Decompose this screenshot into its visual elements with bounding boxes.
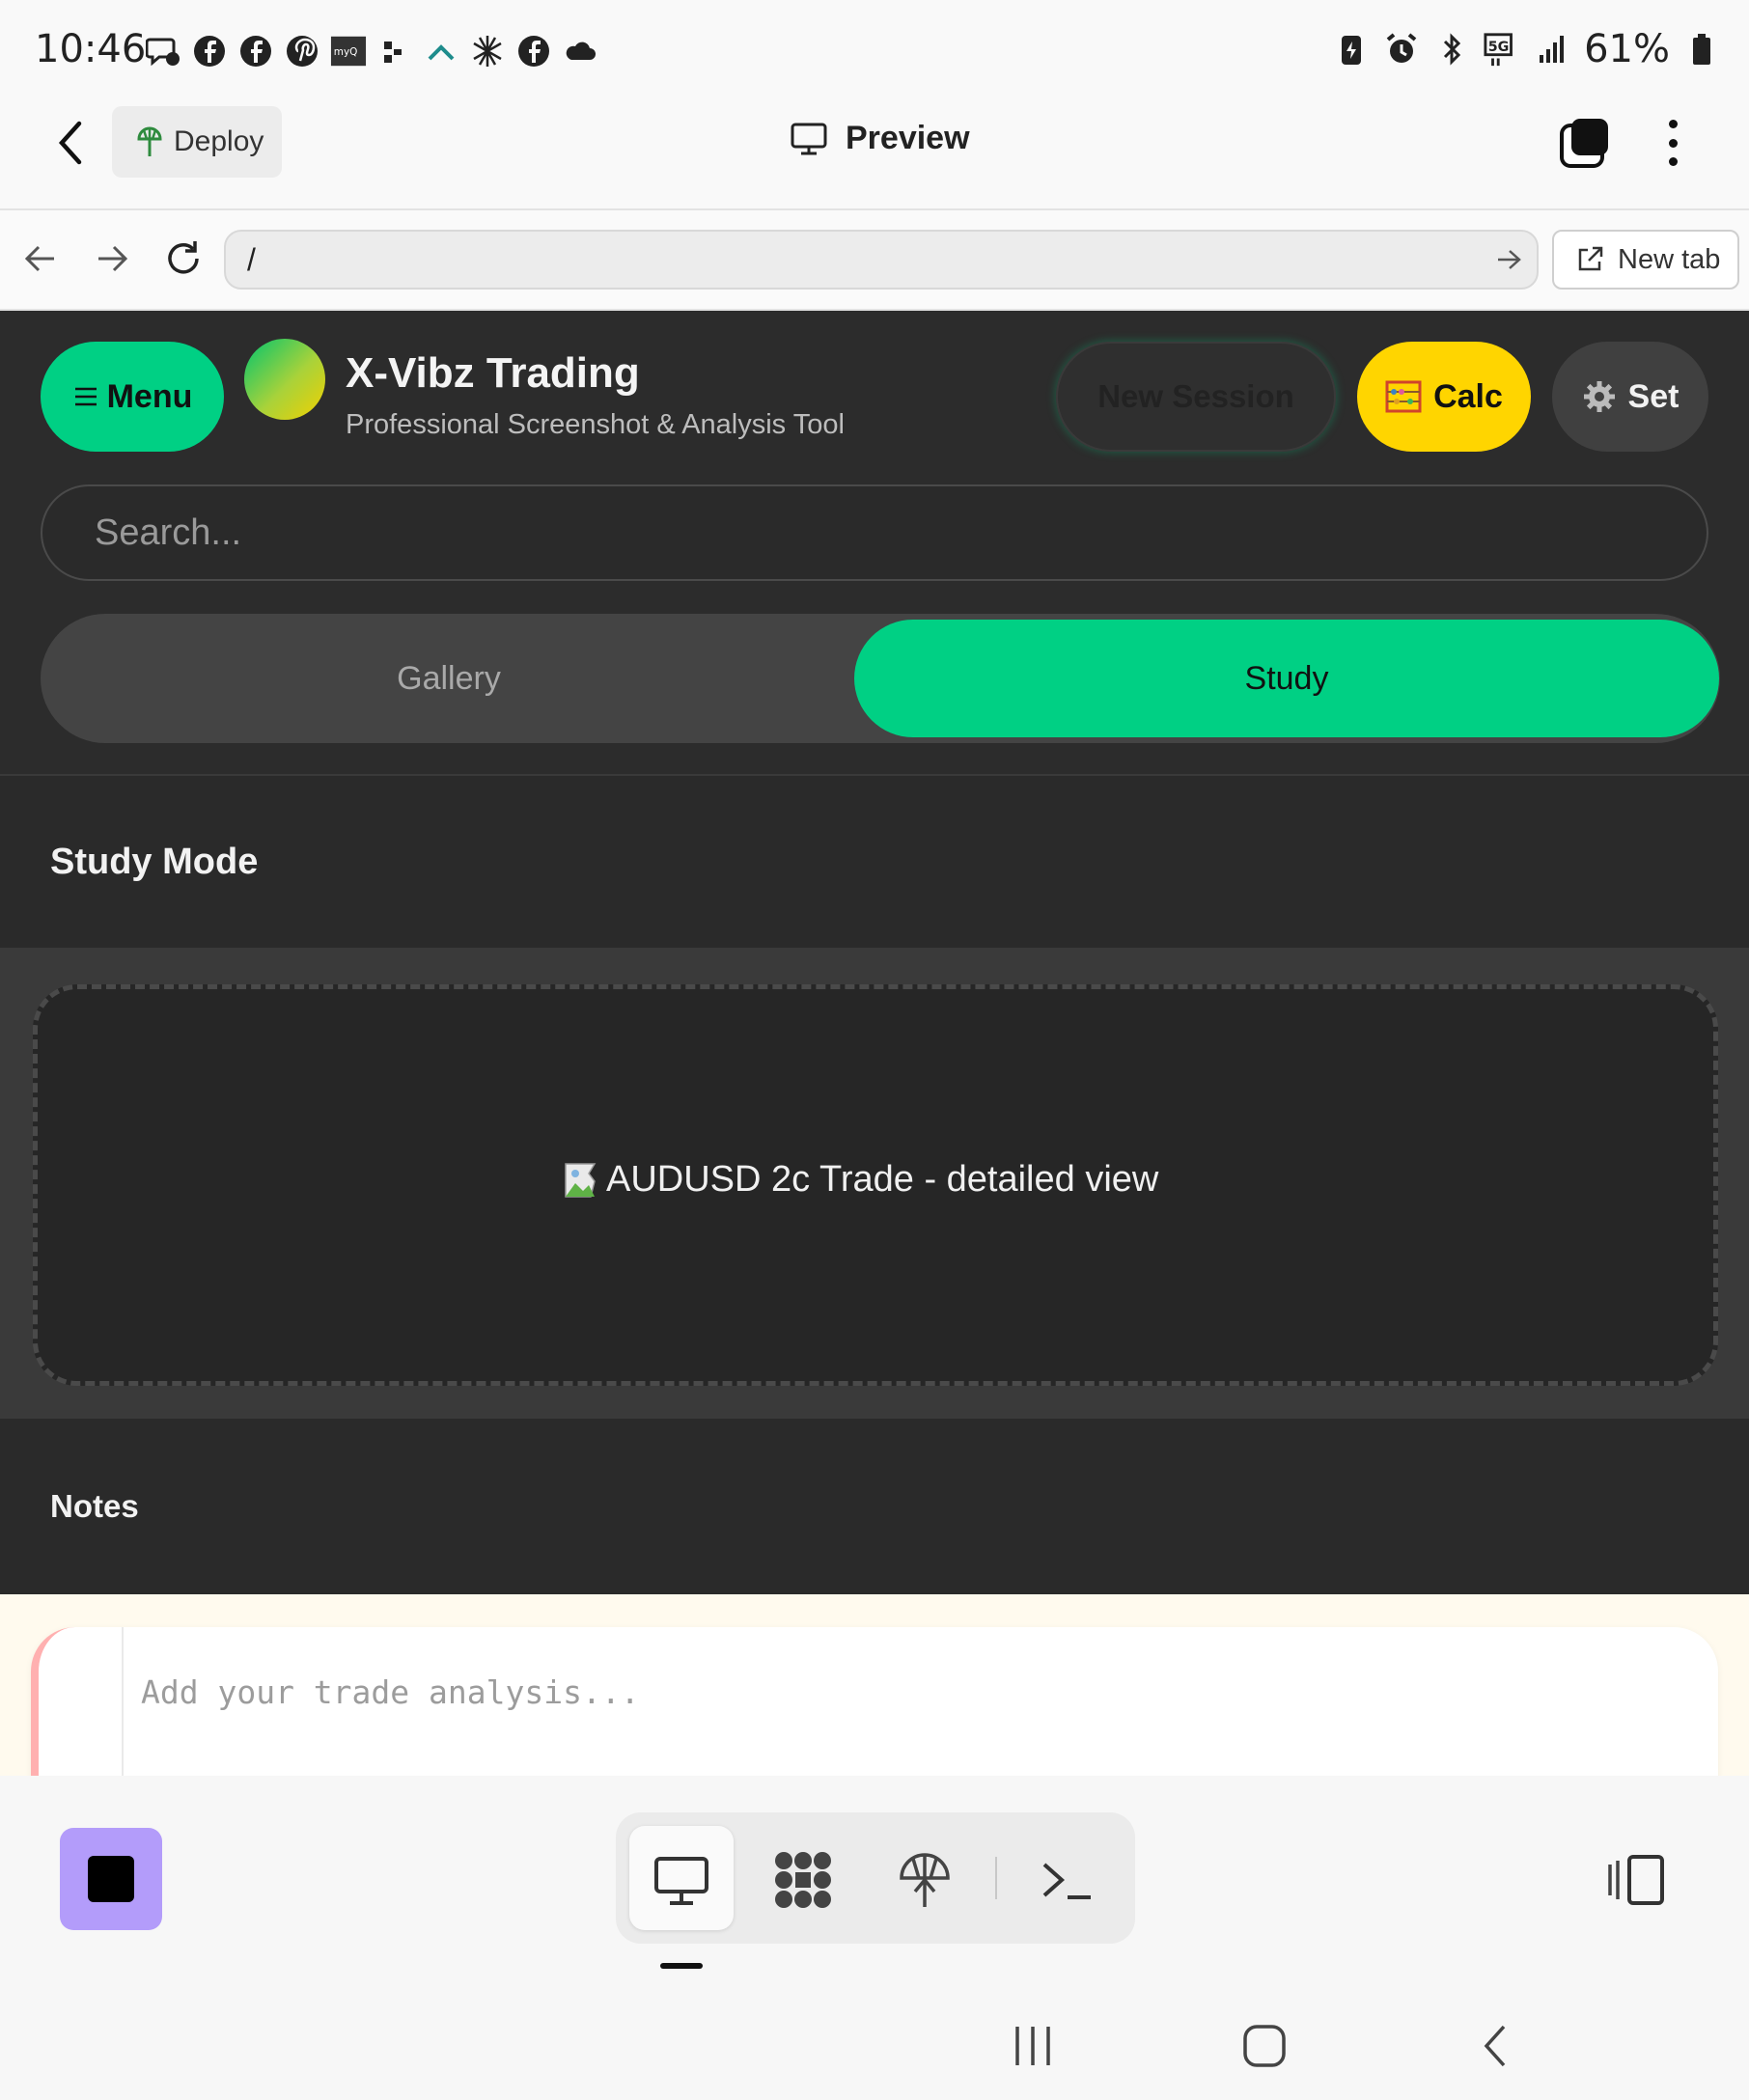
network-icon xyxy=(469,33,506,69)
kebab-icon xyxy=(1668,120,1678,128)
tabs-switcher-button[interactable] xyxy=(1558,116,1612,170)
apps-icon xyxy=(775,1852,831,1908)
chevron-left-icon xyxy=(58,121,82,165)
app-icon xyxy=(423,33,459,69)
deploy-button[interactable]: Deploy xyxy=(112,106,282,178)
notification-icons: myQ xyxy=(145,33,598,69)
menu-button[interactable]: Menu xyxy=(41,342,224,452)
battery-saver-icon xyxy=(1333,31,1370,68)
more-options-button[interactable] xyxy=(1656,116,1689,170)
terminal-icon xyxy=(1042,1863,1091,1899)
tab-gallery[interactable]: Gallery xyxy=(41,614,857,743)
back-button[interactable] xyxy=(50,114,93,172)
battery-icon xyxy=(1683,31,1720,68)
abacus-icon xyxy=(1385,380,1422,413)
svg-text:myQ: myQ xyxy=(334,46,358,58)
facebook-icon xyxy=(515,33,552,69)
apps-tool-button[interactable] xyxy=(770,1847,836,1913)
image-alt-text: AUDUSD 2c Trade - detailed view xyxy=(606,1158,1159,1200)
tab-study[interactable]: Study xyxy=(854,620,1719,737)
app-title: X-Vibz Trading xyxy=(346,349,640,397)
new-tab-button[interactable]: New tab xyxy=(1552,230,1739,290)
bluetooth-icon xyxy=(1433,31,1470,68)
browser-back-button[interactable] xyxy=(19,237,62,280)
deploy-icon xyxy=(900,1853,950,1907)
study-mode-section xyxy=(0,776,1749,948)
stop-icon xyxy=(88,1856,134,1902)
external-link-icon xyxy=(1578,246,1603,271)
recent-apps-button[interactable] xyxy=(1008,2021,1058,2071)
notes-gutter xyxy=(122,1627,124,1776)
deploy-tool-button[interactable] xyxy=(892,1847,958,1913)
reload-icon xyxy=(168,241,199,274)
cloud-icon xyxy=(562,33,598,69)
deploy-icon xyxy=(137,126,162,156)
pinterest-icon xyxy=(284,33,320,69)
home-button[interactable] xyxy=(1239,2021,1290,2071)
facebook-icon xyxy=(191,33,228,69)
url-input[interactable]: / xyxy=(224,230,1539,290)
recents-icon xyxy=(1015,2027,1050,2065)
browser-reload-button[interactable] xyxy=(162,237,205,280)
battery-percent: 61% xyxy=(1584,27,1670,71)
menu-label: Menu xyxy=(106,377,193,415)
set-label: Set xyxy=(1627,377,1680,415)
tool-separator xyxy=(995,1857,997,1899)
new-tab-label: New tab xyxy=(1618,243,1721,275)
search-input[interactable]: Search... xyxy=(41,484,1708,581)
messages-icon xyxy=(145,33,181,69)
svg-text:5G: 5G xyxy=(1488,40,1510,55)
notes-title: Notes xyxy=(50,1488,139,1524)
settings-button[interactable]: Set xyxy=(1552,342,1708,452)
deploy-label: Deploy xyxy=(174,125,264,157)
new-session-button[interactable]: New Session xyxy=(1056,342,1336,452)
monitor-icon xyxy=(654,1857,708,1905)
browser-forward-button[interactable] xyxy=(91,237,133,280)
url-go-button[interactable] xyxy=(1492,243,1525,276)
alarm-icon xyxy=(1383,31,1420,68)
calc-label: Calc xyxy=(1433,377,1503,415)
app-logo xyxy=(244,339,325,420)
study-mode-title: Study Mode xyxy=(50,842,259,882)
chevron-left-icon xyxy=(1484,2025,1506,2067)
notes-section xyxy=(0,1419,1749,1594)
hamburger-icon xyxy=(74,387,97,406)
calc-button[interactable]: Calc xyxy=(1357,342,1531,452)
notes-placeholder: Add your trade analysis... xyxy=(141,1673,640,1711)
preview-label: Preview xyxy=(846,120,970,156)
5g-icon: 5G xyxy=(1484,31,1520,68)
signal-icon xyxy=(1534,31,1570,68)
stop-button[interactable] xyxy=(60,1828,162,1930)
broken-image-icon xyxy=(565,1163,597,1198)
app-subtitle: Professional Screenshot & Analysis Tool xyxy=(346,409,845,440)
monitor-icon xyxy=(791,123,827,154)
home-icon xyxy=(1243,2025,1286,2067)
preview-tool-button[interactable] xyxy=(649,1847,714,1913)
trade-image[interactable]: AUDUSD 2c Trade - detailed view xyxy=(562,1158,1158,1201)
tabs-icon xyxy=(1560,119,1608,168)
arrow-right-icon xyxy=(1498,250,1521,269)
slack-icon xyxy=(376,33,413,69)
facebook-icon xyxy=(237,33,274,69)
split-view-button[interactable] xyxy=(1606,1853,1668,1907)
preview-title: Preview xyxy=(790,120,970,157)
myq-icon: myQ xyxy=(330,33,367,69)
split-screen-icon xyxy=(1608,1855,1664,1905)
arrow-left-icon xyxy=(24,245,54,272)
status-time: 10:46 xyxy=(35,27,147,71)
gear-icon xyxy=(1583,381,1615,412)
system-status-icons: 5G 61% xyxy=(1333,27,1720,71)
terminal-tool-button[interactable] xyxy=(1035,1847,1100,1913)
arrow-right-icon xyxy=(98,245,128,272)
system-back-button[interactable] xyxy=(1471,2021,1521,2071)
